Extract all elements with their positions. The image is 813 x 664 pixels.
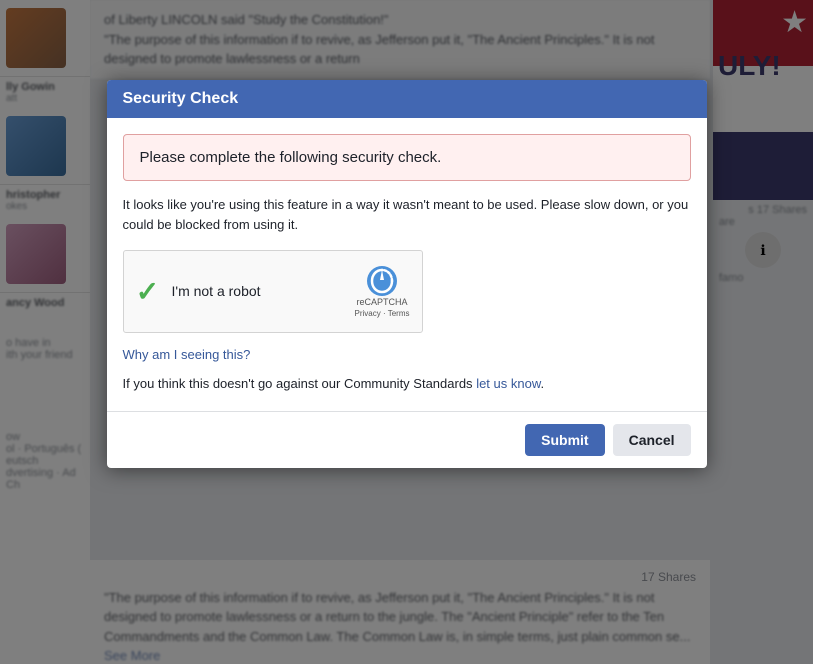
- recaptcha-brand-text: reCAPTCHA: [357, 297, 408, 309]
- recaptcha-checkbox[interactable]: ✓: [136, 279, 160, 303]
- why-seeing-link[interactable]: Why am I seeing this?: [123, 347, 691, 362]
- cancel-button[interactable]: Cancel: [613, 424, 691, 456]
- alert-text: Please complete the following security c…: [140, 149, 442, 166]
- submit-button[interactable]: Submit: [525, 424, 604, 456]
- modal-footer: Submit Cancel: [107, 411, 707, 468]
- community-standards-link[interactable]: let us know: [476, 376, 540, 391]
- community-text: If you think this doesn't go against our…: [123, 376, 691, 391]
- security-check-modal: Security Check Please complete the follo…: [107, 80, 707, 468]
- recaptcha-logo-icon: [366, 265, 398, 297]
- recaptcha-widget[interactable]: ✓ I'm not a robot reCAPTCHA Privacy · Te…: [123, 250, 423, 333]
- recaptcha-right: reCAPTCHA Privacy · Terms: [355, 265, 410, 318]
- checkmark-icon: ✓: [136, 275, 159, 308]
- modal-body: Please complete the following security c…: [107, 118, 707, 411]
- modal-header: Security Check: [107, 80, 707, 118]
- info-text: It looks like you're using this feature …: [123, 195, 691, 234]
- recaptcha-label: I'm not a robot: [172, 283, 261, 299]
- alert-box: Please complete the following security c…: [123, 134, 691, 181]
- modal-title: Security Check: [123, 90, 239, 108]
- recaptcha-privacy-text: Privacy · Terms: [355, 309, 410, 318]
- recaptcha-left: ✓ I'm not a robot: [136, 279, 261, 303]
